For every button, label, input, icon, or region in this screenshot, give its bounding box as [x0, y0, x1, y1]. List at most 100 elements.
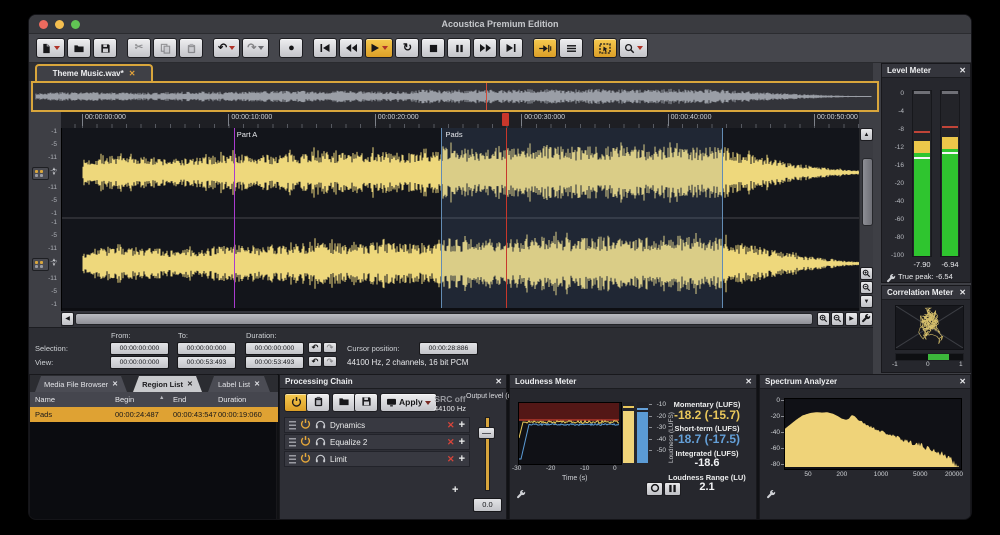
region-highlight-pads[interactable]: Pads [441, 128, 722, 308]
view-duration-field[interactable]: 00:00:53:493 [245, 356, 304, 369]
effect-power-icon[interactable] [300, 416, 311, 434]
output-level-value[interactable]: 0.0 [473, 498, 502, 512]
selection-redo-button[interactable]: ↷ [323, 342, 337, 353]
apply-chain-button[interactable]: Apply [380, 393, 437, 412]
zoom-out-horizontal-button[interactable] [831, 312, 844, 326]
spectrum-settings-wrench-icon[interactable] [766, 486, 776, 504]
chain-open-button[interactable] [332, 393, 356, 412]
browser-tab-region-list[interactable]: Region List✕ [133, 376, 202, 392]
column-header-duration[interactable]: Duration [218, 395, 246, 404]
browser-tab-media-file-browser[interactable]: Media File Browser✕ [35, 376, 127, 392]
marker-line-part-a[interactable] [234, 128, 235, 308]
document-tab[interactable]: Theme Music.wav* ✕ [35, 64, 153, 81]
effect-solo-headphones-icon[interactable] [315, 416, 326, 434]
go-to-end-button[interactable] [499, 38, 523, 58]
new-file-button[interactable] [36, 38, 65, 58]
insert-effect-icon[interactable]: + [459, 437, 465, 448]
go-to-start-button[interactable] [313, 38, 337, 58]
effect-solo-headphones-icon[interactable] [315, 450, 326, 468]
vertical-scroll-thumb[interactable] [862, 158, 873, 226]
save-file-button[interactable] [93, 38, 117, 58]
close-tab-icon[interactable]: ✕ [129, 69, 136, 78]
vertical-zoom-menu-button[interactable]: ▼ [860, 295, 873, 308]
close-tab-icon[interactable]: ✕ [112, 380, 118, 388]
drag-handle-icon[interactable] [289, 421, 296, 430]
selection-to-field[interactable]: 00:00:00:000 [177, 342, 236, 355]
column-header-end[interactable]: End [173, 395, 186, 404]
horizontal-scroll-thumb[interactable] [75, 313, 813, 325]
selection-duration-field[interactable]: 00:00:00:000 [245, 342, 304, 355]
loudness-meter-close-icon[interactable]: ✕ [745, 378, 752, 386]
channel-zoom-spinner[interactable]: ▲▼ [50, 257, 58, 268]
insert-effect-icon[interactable]: + [459, 454, 465, 465]
follow-playhead-button[interactable] [533, 38, 557, 58]
waveform-overview[interactable] [31, 81, 879, 112]
remove-effect-icon[interactable]: ✕ [447, 454, 455, 465]
loudness-settings-wrench-icon[interactable] [516, 486, 526, 504]
stop-button[interactable] [421, 38, 445, 58]
scroll-up-button[interactable]: ▲ [860, 128, 873, 141]
view-from-field[interactable]: 00:00:00:000 [110, 356, 169, 369]
paste-button[interactable] [179, 38, 203, 58]
effect-power-icon[interactable] [300, 433, 311, 451]
horizontal-scrollbar[interactable]: ◀ ▶ [61, 311, 873, 327]
copy-button[interactable] [153, 38, 177, 58]
vertical-scrollbar[interactable]: ▲ ▼ [859, 128, 873, 311]
chain-power-button[interactable] [284, 393, 308, 412]
table-row[interactable]: Pads00:00:24:48700:00:43:54700:00:19:060 [30, 407, 278, 422]
remove-effect-icon[interactable]: ✕ [447, 437, 455, 448]
rewind-button[interactable] [339, 38, 363, 58]
region-table-header[interactable]: NameBegin▲EndDuration [30, 392, 278, 408]
spectrum-analyzer-close-icon[interactable]: ✕ [959, 378, 966, 386]
open-file-button[interactable] [67, 38, 91, 58]
channel-options-button[interactable] [32, 167, 49, 180]
scroll-left-button[interactable]: ◀ [61, 312, 74, 326]
chain-save-button[interactable] [354, 393, 378, 412]
zoom-out-vertical-button[interactable] [860, 281, 873, 294]
insert-effect-icon[interactable]: + [459, 420, 465, 431]
level-meter-close-icon[interactable]: ✕ [959, 67, 966, 75]
play-button[interactable] [365, 38, 393, 58]
chain-item-limit[interactable]: Limit✕+ [284, 451, 470, 467]
scroll-right-button[interactable]: ▶ [845, 312, 858, 326]
playhead-line[interactable] [506, 128, 507, 308]
loudness-reset-button[interactable] [646, 482, 663, 496]
drag-handle-icon[interactable] [289, 438, 296, 447]
correlation-meter-close-icon[interactable]: ✕ [959, 289, 966, 297]
pause-button[interactable] [447, 38, 471, 58]
loop-playback-button[interactable]: ↻ [395, 38, 419, 58]
chain-item-equalize-2[interactable]: Equalize 2✕+ [284, 434, 470, 450]
selection-from-field[interactable]: 00:00:00:000 [110, 342, 169, 355]
add-effect-button[interactable]: + [452, 485, 458, 496]
view-to-field[interactable]: 00:00:53:493 [177, 356, 236, 369]
fast-forward-button[interactable] [473, 38, 497, 58]
zoom-tool-button[interactable] [619, 38, 648, 58]
undo-button[interactable]: ↶ [213, 38, 240, 58]
waveform-display[interactable]: Pads Part A [61, 128, 859, 311]
view-undo-button[interactable]: ↶ [308, 356, 322, 367]
browser-tab-label-list[interactable]: Label List✕ [208, 376, 270, 392]
column-header-name[interactable]: Name [35, 395, 55, 404]
selection-undo-button[interactable]: ↶ [308, 342, 322, 353]
drag-handle-icon[interactable] [289, 455, 296, 464]
selection-tool-button[interactable] [593, 38, 617, 58]
zoom-in-horizontal-button[interactable] [817, 312, 830, 326]
effect-solo-headphones-icon[interactable] [315, 433, 326, 451]
chain-item-dynamics[interactable]: Dynamics✕+ [284, 417, 470, 433]
channel-options-button[interactable] [32, 258, 49, 271]
effect-power-icon[interactable] [300, 450, 311, 468]
close-tab-icon[interactable]: ✕ [254, 380, 260, 388]
view-redo-button[interactable]: ↷ [323, 356, 337, 367]
cursor-position-field[interactable]: 00:00:28:886 [419, 342, 478, 355]
playhead-flag[interactable] [502, 113, 509, 126]
column-header-begin[interactable]: Begin [115, 395, 134, 404]
output-level-slider-thumb[interactable] [478, 427, 495, 439]
close-tab-icon[interactable]: ✕ [187, 380, 193, 388]
redo-button[interactable]: ↷ [242, 38, 269, 58]
waveform-settings-wrench-icon[interactable] [859, 312, 873, 326]
timeline-ruler[interactable]: 00:00:00:00000:00:10:00000:00:20:00000:0… [61, 112, 859, 129]
processing-chain-close-icon[interactable]: ✕ [495, 378, 502, 386]
channel-zoom-spinner[interactable]: ▲▼ [50, 166, 58, 177]
cut-button[interactable]: ✂ [127, 38, 151, 58]
chain-clipboard-button[interactable] [306, 393, 330, 412]
